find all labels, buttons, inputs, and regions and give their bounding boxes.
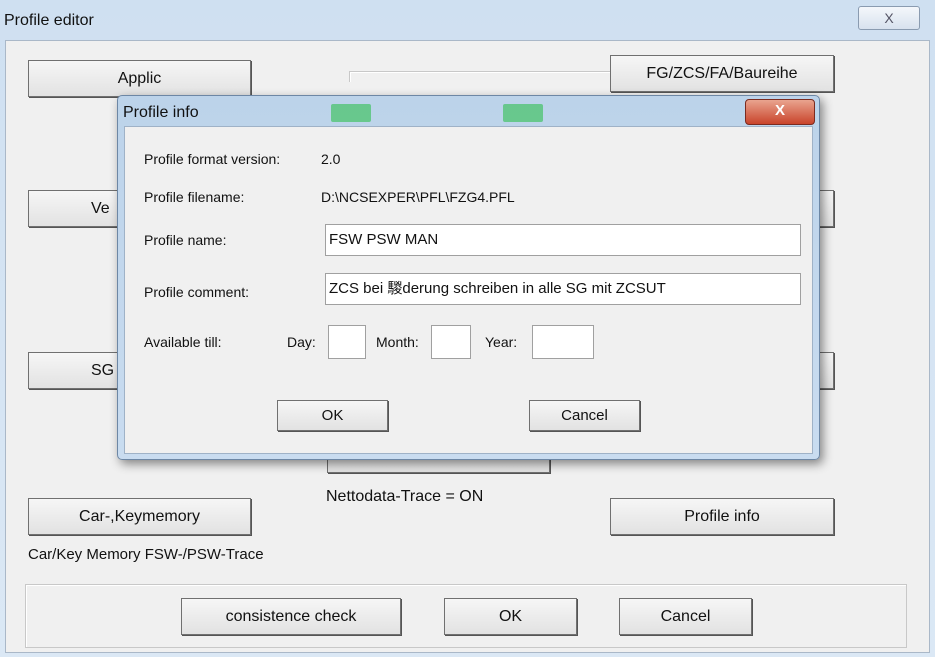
dialog-body: Profile format version: 2.0 Profile file…: [124, 126, 813, 454]
day-input[interactable]: [328, 325, 366, 359]
car-key-memory-status: Car/Key Memory FSW-/PSW-Trace: [28, 546, 264, 563]
profile-info-button[interactable]: Profile info: [610, 498, 834, 535]
status-led-icon: [503, 104, 543, 122]
filename-value: D:\NCSEXPER\PFL\FZG4.PFL: [321, 189, 515, 205]
profile-comment-label: Profile comment:: [144, 284, 250, 300]
filename-label: Profile filename:: [144, 189, 245, 205]
window-close-button[interactable]: X: [858, 6, 920, 30]
month-input[interactable]: [431, 325, 471, 359]
month-label: Month:: [376, 334, 419, 350]
dialog-close-button[interactable]: X: [745, 99, 815, 125]
fg-zcs-fa-baureihe-button[interactable]: FG/ZCS/FA/Baureihe: [610, 55, 834, 92]
group-frame: [349, 71, 613, 82]
sg-button[interactable]: SG: [28, 352, 128, 389]
applic-button[interactable]: Applic: [28, 60, 251, 97]
dialog-cancel-button[interactable]: Cancel: [529, 400, 640, 431]
consistence-check-button[interactable]: consistence check: [181, 598, 401, 635]
dialog-title: Profile info: [123, 104, 199, 121]
year-input[interactable]: [532, 325, 594, 359]
car-keymemory-button[interactable]: Car-,Keymemory: [28, 498, 251, 535]
year-label: Year:: [485, 334, 518, 350]
dialog-ok-button[interactable]: OK: [277, 400, 388, 431]
day-label: Day:: [287, 334, 316, 350]
format-version-value: 2.0: [321, 151, 341, 167]
cancel-button[interactable]: Cancel: [619, 598, 752, 635]
profile-name-input[interactable]: FSW PSW MAN: [325, 224, 801, 256]
profile-name-label: Profile name:: [144, 232, 227, 248]
profile-comment-input[interactable]: ZCS bei 騣derung schreiben in alle SG mit…: [325, 273, 801, 305]
available-till-label: Available till:: [144, 334, 222, 350]
ok-button[interactable]: OK: [444, 598, 577, 635]
window-title: Profile editor: [4, 12, 94, 29]
nettodata-trace-status: Nettodata-Trace = ON: [326, 488, 484, 505]
status-led-icon: [331, 104, 371, 122]
ve-button[interactable]: Ve: [28, 190, 128, 227]
format-version-label: Profile format version:: [144, 151, 281, 167]
profile-info-dialog: Profile info X Profile format version: 2…: [117, 95, 820, 460]
